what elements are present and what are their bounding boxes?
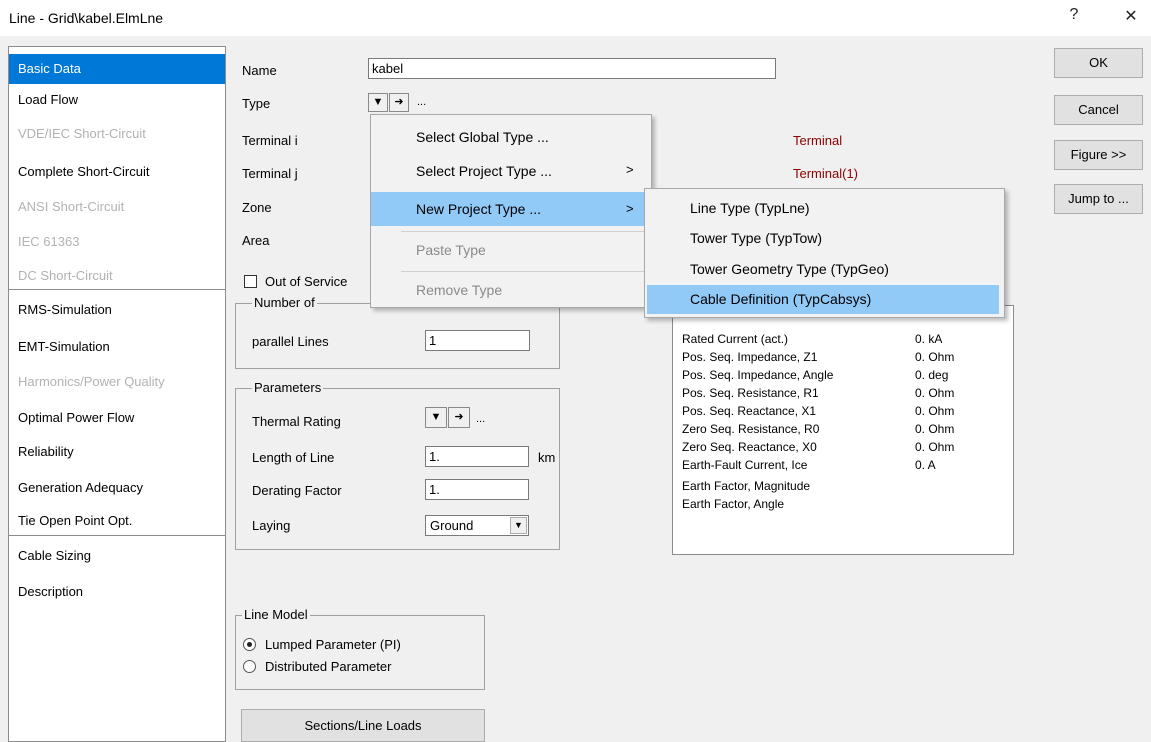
type-label: Type bbox=[242, 96, 271, 111]
type-ellipsis[interactable]: ... bbox=[417, 96, 426, 108]
menu-item-select-project-type[interactable]: Select Project Type ... bbox=[371, 154, 651, 188]
length-input[interactable]: 1. bbox=[425, 446, 529, 467]
sidebar-item-harmonics[interactable]: Harmonics/Power Quality bbox=[9, 367, 225, 397]
submenu-item-cable-definition[interactable]: Cable Definition (TypCabsys) bbox=[647, 285, 999, 314]
result-row: Rated Current (act.) 0. kA bbox=[682, 332, 943, 346]
result-row: Pos. Seq. Resistance, R1 0. Ohm bbox=[682, 386, 955, 400]
result-row: Earth Factor, Angle bbox=[682, 497, 785, 511]
dropdown-arrow-icon: ▼ bbox=[372, 96, 384, 108]
jump-to-button[interactable]: Jump to ... bbox=[1054, 184, 1143, 214]
arrow-right-icon: ➜ bbox=[454, 411, 464, 423]
terminal-i-label: Terminal i bbox=[242, 133, 298, 148]
thermal-rating-ellipsis[interactable]: ... bbox=[476, 413, 485, 425]
help-icon[interactable]: ? bbox=[1059, 6, 1089, 24]
menu-item-select-project-label: Select Project Type ... bbox=[416, 163, 552, 179]
line-model-group bbox=[235, 615, 485, 690]
distributed-radio[interactable] bbox=[243, 660, 256, 673]
parameters-group-title: Parameters bbox=[252, 380, 324, 395]
menu-item-select-global-type[interactable]: Select Global Type ... bbox=[371, 120, 651, 154]
line-model-group-title: Line Model bbox=[242, 607, 310, 622]
laying-label: Laying bbox=[252, 518, 291, 533]
title-bar: Line - Grid\kabel.ElmLne ? ✕ bbox=[0, 0, 1151, 36]
menu-item-new-project-type[interactable]: New Project Type ... bbox=[371, 192, 651, 226]
zone-label: Zone bbox=[242, 200, 272, 215]
distributed-label: Distributed Parameter bbox=[265, 659, 392, 674]
parallel-lines-input[interactable]: 1 bbox=[425, 330, 530, 351]
derating-label: Derating Factor bbox=[252, 483, 342, 498]
sidebar-item-vde-iec[interactable]: VDE/IEC Short-Circuit bbox=[9, 119, 225, 149]
result-row: Pos. Seq. Impedance, Z1 0. Ohm bbox=[682, 350, 955, 364]
submenu-item-line-type[interactable]: Line Type (TypLne) bbox=[645, 193, 1004, 223]
cancel-button[interactable]: Cancel bbox=[1054, 95, 1143, 125]
laying-select[interactable]: Ground ▼ bbox=[425, 515, 529, 536]
lumped-label: Lumped Parameter (PI) bbox=[265, 637, 401, 652]
close-icon[interactable]: ✕ bbox=[1116, 6, 1146, 26]
out-of-service-checkbox[interactable] bbox=[244, 275, 257, 288]
dropdown-arrow-icon: ▼ bbox=[430, 411, 442, 423]
sidebar-item-basic-data[interactable]: Basic Data bbox=[9, 54, 225, 84]
sidebar-item-generation-adequacy[interactable]: Generation Adequacy bbox=[9, 473, 225, 503]
sidebar-item-opf[interactable]: Optimal Power Flow bbox=[9, 403, 225, 433]
thermal-rating-label: Thermal Rating bbox=[252, 414, 341, 429]
lumped-radio[interactable] bbox=[243, 638, 256, 651]
sidebar-item-ansi-sc[interactable]: ANSI Short-Circuit bbox=[9, 192, 225, 222]
window-title: Line - Grid\kabel.ElmLne bbox=[9, 10, 164, 26]
menu-separator bbox=[401, 231, 649, 232]
arrow-right-icon: ➜ bbox=[394, 96, 404, 108]
sidebar-item-iec-61363[interactable]: IEC 61363 bbox=[9, 227, 225, 257]
type-context-menu: Select Global Type ... Select Project Ty… bbox=[370, 114, 652, 308]
figure-button[interactable]: Figure >> bbox=[1054, 140, 1143, 170]
out-of-service-label: Out of Service bbox=[265, 274, 348, 289]
menu-item-remove-type[interactable]: Remove Type bbox=[371, 273, 651, 307]
name-input[interactable]: kabel bbox=[368, 58, 776, 79]
sidebar-separator bbox=[9, 289, 225, 290]
sidebar-separator bbox=[9, 535, 225, 536]
sidebar-item-rms[interactable]: RMS-Simulation bbox=[9, 295, 225, 325]
sidebar-item-tie-open-point[interactable]: Tie Open Point Opt. bbox=[9, 506, 225, 536]
menu-separator bbox=[401, 271, 649, 272]
result-row: Pos. Seq. Impedance, Angle 0. deg bbox=[682, 368, 949, 382]
sidebar-item-description[interactable]: Description bbox=[9, 577, 225, 607]
sidebar-item-load-flow[interactable]: Load Flow bbox=[9, 85, 225, 115]
result-row: Pos. Seq. Reactance, X1 0. Ohm bbox=[682, 404, 955, 418]
name-label: Name bbox=[242, 63, 277, 78]
result-row: Zero Seq. Reactance, X0 0. Ohm bbox=[682, 440, 955, 454]
page-list: Basic Data Load Flow VDE/IEC Short-Circu… bbox=[8, 46, 226, 742]
sidebar-item-cable-sizing[interactable]: Cable Sizing bbox=[9, 541, 225, 571]
menu-item-new-project-label: New Project Type ... bbox=[416, 201, 542, 217]
results-panel: Rated Current (act.) 0. kA Pos. Seq. Impe… bbox=[672, 305, 1014, 555]
chevron-right-icon: > bbox=[626, 162, 634, 177]
sections-line-loads-button[interactable]: Sections/Line Loads bbox=[241, 709, 485, 742]
thermal-rating-select-button[interactable]: ▼ bbox=[425, 407, 447, 428]
derating-input[interactable]: 1. bbox=[425, 479, 529, 500]
result-row: Earth Factor, Magnitude bbox=[682, 479, 811, 493]
terminal-i-link[interactable]: Terminal bbox=[793, 133, 842, 148]
new-project-type-submenu: Line Type (TypLne) Tower Type (TypTow) T… bbox=[644, 188, 1005, 318]
sidebar-item-dc-sc[interactable]: DC Short-Circuit bbox=[9, 261, 225, 291]
length-label: Length of Line bbox=[252, 450, 335, 465]
sidebar-item-emt[interactable]: EMT-Simulation bbox=[9, 332, 225, 362]
sidebar-item-reliability[interactable]: Reliability bbox=[9, 437, 225, 467]
terminal-j-link[interactable]: Terminal(1) bbox=[793, 166, 858, 181]
number-of-group-title: Number of bbox=[252, 295, 317, 310]
ok-button[interactable]: OK bbox=[1054, 48, 1143, 78]
submenu-item-tower-type[interactable]: Tower Type (TypTow) bbox=[645, 223, 1004, 253]
sidebar-item-complete-sc[interactable]: Complete Short-Circuit bbox=[9, 157, 225, 187]
length-unit: km bbox=[538, 450, 556, 465]
thermal-rating-jump-button[interactable]: ➜ bbox=[448, 407, 470, 428]
parallel-lines-label: parallel Lines bbox=[252, 334, 329, 349]
result-row: Zero Seq. Resistance, R0 0. Ohm bbox=[682, 422, 955, 436]
type-select-button[interactable]: ▼ bbox=[368, 93, 388, 112]
area-label: Area bbox=[242, 233, 270, 248]
menu-item-paste-type[interactable]: Paste Type bbox=[371, 233, 651, 267]
submenu-item-tower-geometry-type[interactable]: Tower Geometry Type (TypGeo) bbox=[645, 254, 1004, 284]
chevron-right-icon: > bbox=[626, 201, 634, 216]
result-row: Earth-Fault Current, Ice 0. A bbox=[682, 458, 936, 472]
laying-select-value: Ground bbox=[430, 518, 474, 533]
chevron-down-icon[interactable]: ▼ bbox=[510, 517, 527, 534]
type-jump-button[interactable]: ➜ bbox=[389, 93, 409, 112]
terminal-j-label: Terminal j bbox=[242, 166, 298, 181]
